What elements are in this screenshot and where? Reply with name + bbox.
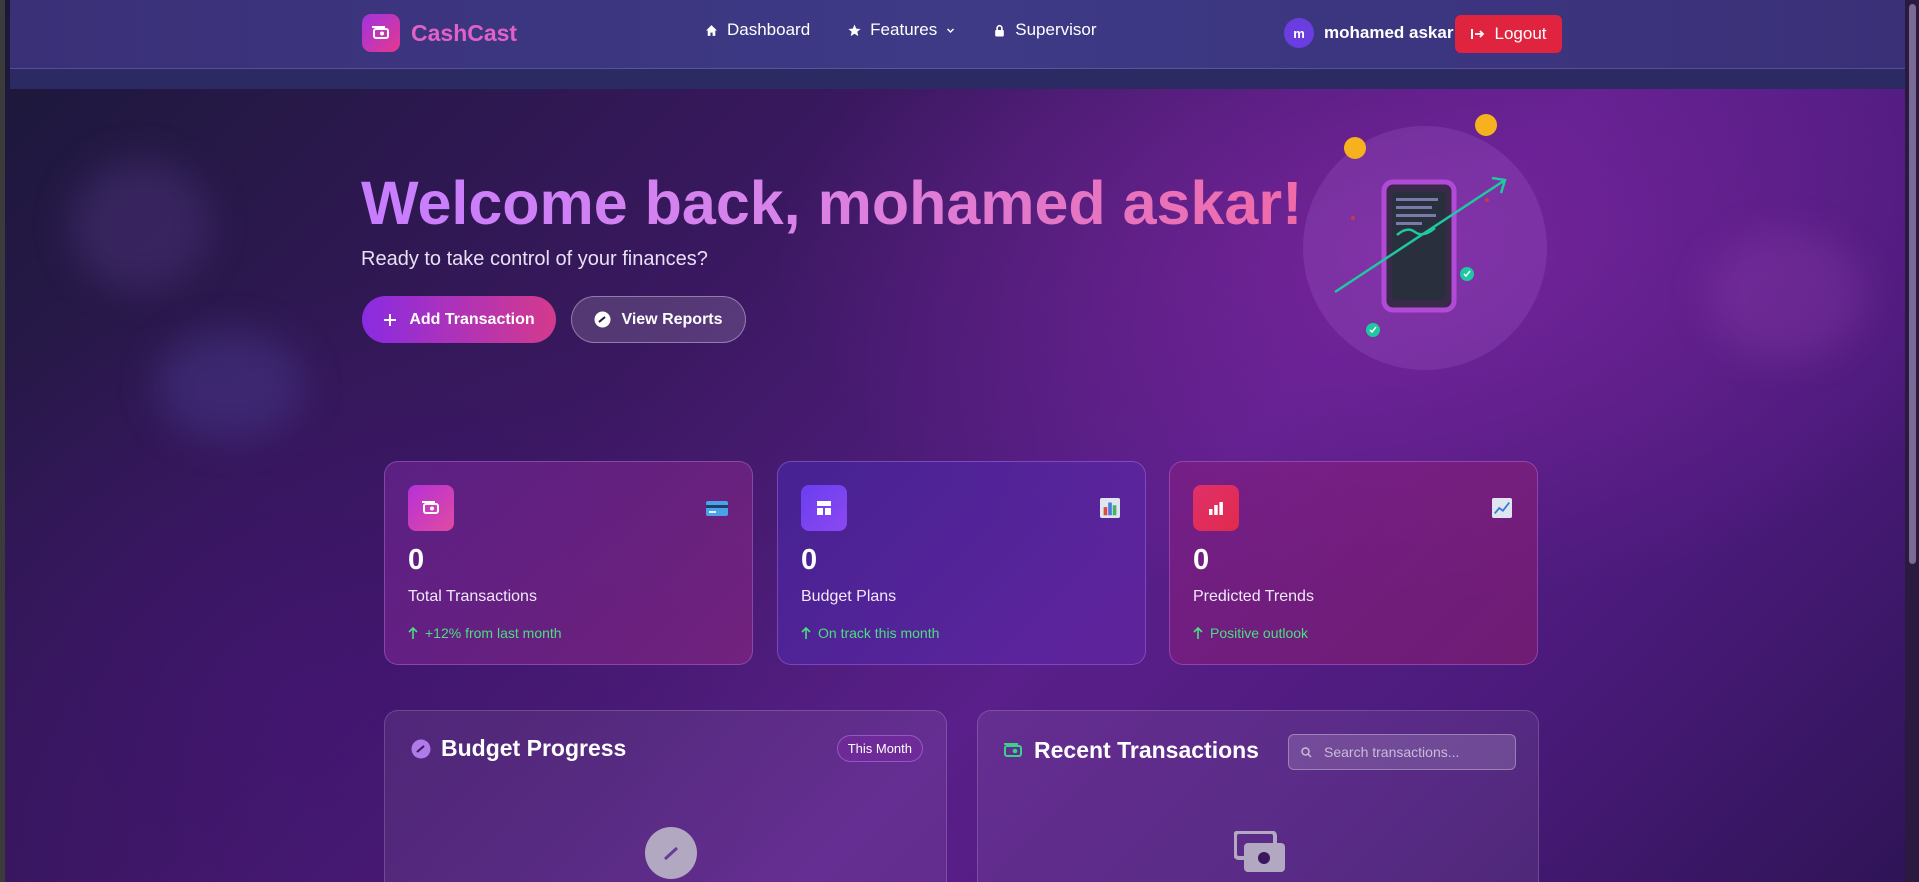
wallet-logo-icon <box>362 14 400 52</box>
nav-features-label: Features <box>870 20 938 39</box>
chevron-down-icon <box>947 27 955 33</box>
stat-label: Predicted Trends <box>1193 588 1314 605</box>
gauge-icon <box>594 311 611 328</box>
nav-dashboard[interactable]: Dashboard <box>705 20 810 40</box>
scrollbar[interactable] <box>1905 0 1919 882</box>
stat-card-transactions[interactable]: 0 Total Transactions +12% from last mont… <box>384 461 753 665</box>
credit-card-icon <box>706 501 728 516</box>
hero-title: Welcome back, mohamed askar! <box>361 169 1303 237</box>
logout-icon <box>1470 29 1484 39</box>
panel-title: Budget Progress <box>411 735 626 762</box>
nav-supervisor[interactable]: Supervisor <box>993 20 1097 40</box>
view-reports-label: View Reports <box>621 310 723 328</box>
background-blob <box>1705 230 1865 360</box>
search-input[interactable] <box>1322 743 1506 761</box>
nav-dashboard-label: Dashboard <box>727 20 811 39</box>
scrollbar-thumb[interactable] <box>1909 4 1916 564</box>
nav-links: Dashboard Features Supervisor <box>705 20 1097 40</box>
bar-chart-icon <box>1100 498 1120 518</box>
user-name: mohamed askar <box>1324 23 1454 42</box>
layout-icon <box>801 485 847 531</box>
gauge-icon <box>645 827 697 879</box>
avatar: m <box>1284 18 1314 48</box>
lock-icon <box>995 24 1005 36</box>
stat-trend: +12% from last month <box>408 625 562 641</box>
stat-card-predicted-trends[interactable]: 0 Predicted Trends Positive outlook <box>1169 461 1538 665</box>
budget-progress-panel: Budget Progress This Month <box>384 710 947 882</box>
chart-icon <box>1193 485 1239 531</box>
stat-trend: Positive outlook <box>1193 625 1308 641</box>
recent-transactions-panel: Recent Transactions <box>977 710 1539 882</box>
nav-features[interactable]: Features <box>848 20 955 40</box>
nav-supervisor-label: Supervisor <box>1015 20 1097 39</box>
gauge-icon <box>411 739 431 758</box>
stat-trend: On track this month <box>801 625 939 641</box>
stat-label: Total Transactions <box>408 588 537 605</box>
period-chip[interactable]: This Month <box>836 735 923 762</box>
app-window: CashCast Dashboard Features Supervisor m… <box>0 0 1919 882</box>
logout-button[interactable]: Logout <box>1455 15 1562 53</box>
stat-trend-text: On track this month <box>818 625 940 641</box>
panel-title: Recent Transactions <box>1004 737 1259 764</box>
stat-card-budget-plans[interactable]: 0 Budget Plans On track this month <box>777 461 1146 665</box>
user-menu[interactable]: m mohamed askar <box>1284 18 1453 48</box>
stat-value: 0 <box>801 544 818 576</box>
search-box[interactable] <box>1288 734 1516 770</box>
star-icon <box>848 24 861 36</box>
plus-icon <box>384 313 397 326</box>
trend-chart-icon <box>1492 498 1512 518</box>
arrow-up-icon <box>1193 627 1203 639</box>
arrow-up-icon <box>408 627 418 639</box>
finance-phone-illustration <box>1303 114 1547 370</box>
view-reports-button[interactable]: View Reports <box>571 296 746 343</box>
brand[interactable]: CashCast <box>362 14 517 52</box>
home-icon <box>706 24 717 36</box>
wallet-icon <box>408 485 454 531</box>
money-icon <box>1234 831 1285 872</box>
arrow-up-icon <box>801 627 811 639</box>
background-blob <box>70 160 210 290</box>
stat-trend-text: Positive outlook <box>1210 625 1309 641</box>
stat-value: 0 <box>1193 544 1210 576</box>
stat-value: 0 <box>408 544 425 576</box>
budget-progress-title: Budget Progress <box>441 735 627 761</box>
search-icon <box>1301 746 1312 758</box>
stat-trend-text: +12% from last month <box>425 625 562 641</box>
money-icon <box>1004 742 1022 757</box>
brand-name: CashCast <box>411 19 518 46</box>
background-blob <box>155 330 305 440</box>
stat-label: Budget Plans <box>801 588 897 605</box>
add-transaction-button[interactable]: Add Transaction <box>362 296 556 343</box>
hero-subtitle: Ready to take control of your finances? <box>361 248 708 270</box>
logout-label: Logout <box>1494 24 1547 43</box>
recent-transactions-title: Recent Transactions <box>1034 737 1259 763</box>
add-transaction-label: Add Transaction <box>409 310 535 328</box>
navbar-underline <box>10 69 1910 89</box>
